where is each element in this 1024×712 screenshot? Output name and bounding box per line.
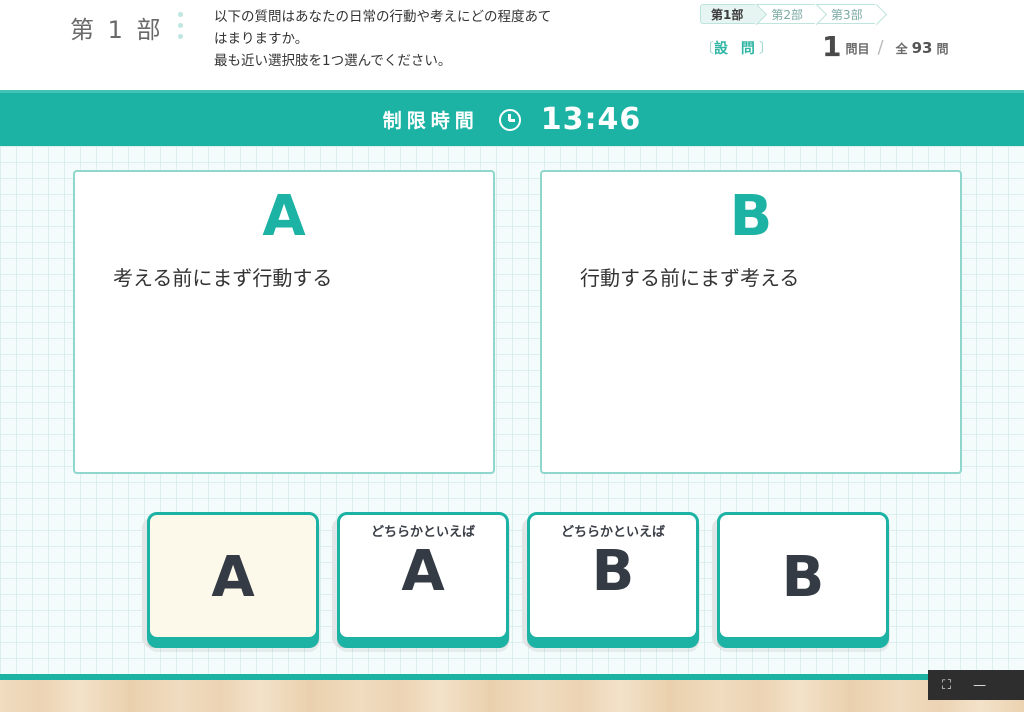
question-label: 〔設 問〕 [700, 41, 773, 57]
question-total: 93 [911, 39, 933, 57]
timer-bar: 制限時間 13:46 [0, 90, 1024, 146]
choice-letter-a: A [262, 184, 306, 249]
choice-text-a: 考える前にまず行動する [113, 266, 333, 290]
answer-sub-label: どちらかといえば [370, 525, 475, 540]
question-total-prefix: 全 [895, 42, 908, 56]
fit-screen-icon[interactable]: ⛶ [942, 678, 951, 693]
timer-label: 制限時間 [382, 110, 479, 132]
step-part-1: 第1部 [700, 4, 756, 24]
question-counter: 1 問目 / 全 93 問 [822, 30, 949, 63]
section-progress: 第1部 第2部 第3部 [700, 4, 877, 24]
minimize-icon[interactable]: — [973, 678, 986, 693]
question-total-unit: 問 [936, 42, 949, 56]
window-controls: ⛶ — [928, 670, 1024, 700]
instruction-line: 以下の質問はあなたの日常の行動や考えにどの程度あて [214, 9, 552, 25]
clock-icon [498, 108, 521, 131]
header: 第 1 部 以下の質問はあなたの日常の行動や考えにどの程度あて はまりますか。 … [0, 0, 1024, 90]
instruction-line: 最も近い選択肢を1つ選んでください。 [214, 53, 452, 69]
timer-value: 13:46 [540, 102, 642, 137]
section-title: 第 1 部 [70, 16, 164, 44]
question-current: 1 [822, 30, 842, 63]
answer-sub-label: どちらかといえば [560, 525, 665, 540]
answer-button-b[interactable]: B [717, 512, 889, 640]
choice-card-b: B 行動する前にまず考える [540, 170, 962, 474]
instruction-text: 以下の質問はあなたの日常の行動や考えにどの程度あて はまりますか。 最も近い選択… [214, 6, 634, 72]
choice-letter-b: B [729, 184, 773, 249]
instruction-line: はまりますか。 [214, 31, 309, 47]
question-area: A 考える前にまず行動する B 行動する前にまず考える A どちらかといえば A… [0, 146, 1024, 674]
answer-letter: B [591, 539, 635, 604]
question-label-text: 設 問 [714, 41, 759, 57]
answer-button-somewhat-b[interactable]: どちらかといえば B [527, 512, 699, 640]
answer-button-somewhat-a[interactable]: どちらかといえば A [337, 512, 509, 640]
answer-button-a[interactable]: A [147, 512, 319, 640]
answer-letter: A [401, 539, 445, 604]
answer-letter: B [781, 545, 825, 610]
separator-dots [178, 12, 184, 45]
choice-card-a: A 考える前にまず行動する [73, 170, 495, 474]
question-unit: 問目 [845, 42, 870, 56]
answer-letter: A [211, 545, 255, 610]
footer-wood [0, 680, 1024, 712]
choice-text-b: 行動する前にまず考える [580, 266, 800, 290]
